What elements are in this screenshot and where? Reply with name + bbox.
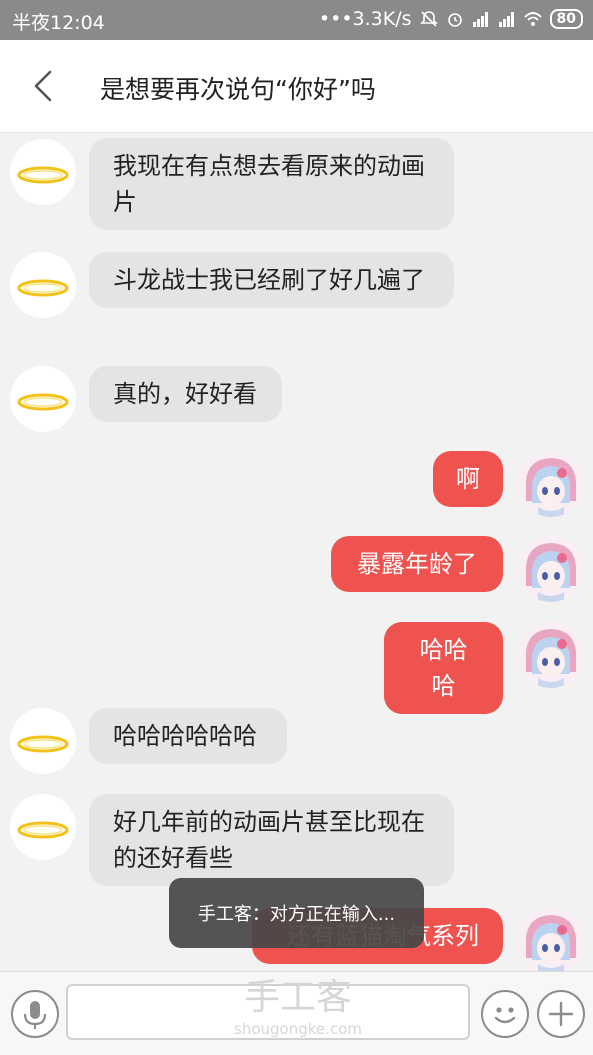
my-avatar[interactable]	[518, 908, 584, 971]
anime-girl-avatar-icon	[518, 451, 584, 517]
signal-icon	[472, 12, 488, 27]
input-bar	[0, 971, 593, 1055]
wifi-icon	[523, 12, 542, 26]
message-bubble[interactable]: 哈哈哈	[384, 622, 503, 714]
message-bubble[interactable]: 好几年前的动画片甚至比现在的还好看些	[89, 794, 454, 886]
halo-ring-icon	[17, 393, 69, 411]
typing-toast: 手工客：对方正在输入...	[169, 878, 424, 948]
partner-avatar[interactable]	[10, 366, 76, 432]
status-bar: 半夜12:04 •••3.3K/s 80	[0, 0, 593, 40]
halo-ring-icon	[17, 735, 69, 753]
partner-avatar[interactable]	[10, 139, 76, 205]
my-avatar[interactable]	[518, 451, 584, 517]
mute-icon	[419, 11, 438, 27]
plus-icon	[548, 1001, 574, 1027]
status-icons: •••3.3K/s 80	[319, 8, 583, 30]
more-button[interactable]	[537, 990, 585, 1038]
message-bubble[interactable]: 真的，好好看	[89, 366, 282, 422]
partner-avatar[interactable]	[10, 794, 76, 860]
message-list[interactable]: 我现在有点想去看原来的动画片 斗龙战士我已经刷了好几遍了 真的，好好看 啊 暴露…	[0, 133, 593, 971]
message-bubble[interactable]: 哈哈哈哈哈哈	[89, 708, 287, 764]
message-bubble[interactable]: 我现在有点想去看原来的动画片	[89, 138, 454, 230]
alarm-icon	[447, 13, 462, 27]
chat-header: 是想要再次说句“你好”吗	[0, 40, 593, 133]
my-avatar[interactable]	[518, 536, 584, 602]
partner-avatar[interactable]	[10, 708, 76, 774]
chevron-left-icon[interactable]	[28, 66, 60, 106]
halo-ring-icon	[17, 166, 69, 184]
anime-girl-avatar-icon	[518, 536, 584, 602]
emoji-button[interactable]	[481, 990, 529, 1038]
halo-ring-icon	[17, 821, 69, 839]
signal-icon-2	[498, 12, 514, 27]
anime-girl-avatar-icon	[518, 622, 584, 688]
partner-avatar[interactable]	[10, 252, 76, 318]
anime-girl-avatar-icon	[518, 908, 584, 971]
message-bubble[interactable]: 斗龙战士我已经刷了好几遍了	[89, 252, 454, 308]
message-input[interactable]	[66, 984, 470, 1040]
my-avatar[interactable]	[518, 622, 584, 688]
battery-indicator: 80	[549, 9, 583, 29]
message-bubble[interactable]: 啊	[433, 451, 503, 507]
network-speed: •••3.3K/s	[318, 8, 412, 30]
halo-ring-icon	[17, 279, 69, 297]
microphone-icon	[23, 1001, 47, 1029]
page-title: 是想要再次说句“你好”吗	[100, 75, 376, 104]
status-time: 半夜12:04	[12, 12, 105, 34]
message-bubble[interactable]: 暴露年龄了	[331, 536, 503, 592]
smiley-icon	[494, 1007, 516, 1024]
voice-button[interactable]	[11, 990, 59, 1038]
